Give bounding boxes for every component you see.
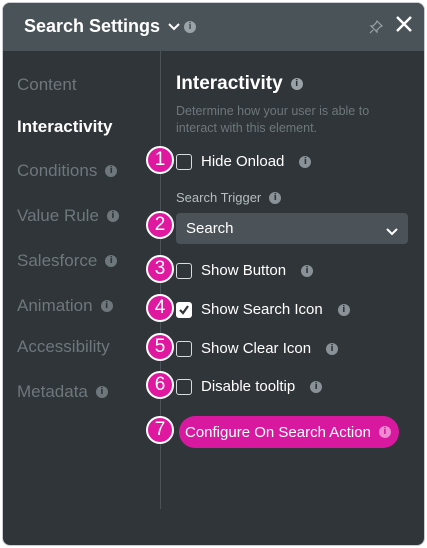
info-icon: i [310, 380, 323, 393]
panel-title: Search Settings [24, 16, 161, 36]
sidebar-item-label: Salesforce [17, 251, 98, 270]
show-button-checkbox[interactable] [176, 262, 192, 279]
info-icon: i [105, 165, 118, 177]
search-trigger-value: Search [186, 220, 234, 237]
sidebar-item-label: Value Rule [17, 206, 99, 225]
sidebar-item-salesforce[interactable]: Salesforce i [17, 251, 118, 271]
step-badge-3: 3 [146, 255, 174, 283]
sidebar-item-metadata[interactable]: Metadata i [17, 382, 108, 402]
show-button-option[interactable]: Show Button i [176, 262, 314, 279]
close-icon[interactable] [395, 15, 413, 33]
sidebar-item-value-rule[interactable]: Value Rule i [17, 206, 119, 226]
search-trigger-label: Search Trigger [176, 190, 262, 205]
show-search-icon-checkbox[interactable] [176, 301, 192, 318]
show-clear-icon-label: Show Clear Icon [201, 340, 312, 357]
info-icon: i [326, 342, 339, 355]
sidebar-item-label: Metadata [17, 382, 88, 401]
settings-content: Interactivity i Determine how your user … [176, 51, 424, 545]
info-icon: i [269, 191, 282, 204]
disable-tooltip-option[interactable]: Disable tooltip i [176, 378, 323, 395]
chevron-down-icon [168, 20, 180, 34]
step-badge-6: 6 [146, 371, 174, 399]
sidebar-item-label: Animation [17, 296, 93, 315]
sidebar-item-accessibility[interactable]: Accessibility [17, 337, 110, 357]
info-icon: i [95, 386, 108, 398]
show-button-label: Show Button [201, 262, 287, 279]
sidebar-item-label: Content [17, 75, 77, 94]
section-description: Determine how your user is able to inter… [176, 104, 370, 135]
chevron-down-icon [386, 223, 398, 240]
search-trigger-label-row: Search Trigger i [176, 190, 282, 205]
search-trigger-select[interactable]: Search [176, 213, 408, 244]
hide-onload-option[interactable]: Hide Onload i [176, 153, 312, 170]
step-badge-5: 5 [146, 333, 174, 361]
disable-tooltip-label: Disable tooltip [201, 378, 296, 395]
show-search-icon-label: Show Search Icon [201, 301, 323, 318]
disable-tooltip-checkbox[interactable] [176, 378, 192, 395]
section-title: Interactivity i [176, 73, 303, 95]
sidebar-item-animation[interactable]: Animation i [17, 296, 113, 316]
show-search-icon-option[interactable]: Show Search Icon i [176, 301, 350, 318]
sidebar-item-label: Interactivity [17, 117, 113, 136]
settings-sidebar: Content Interactivity Conditions i Value… [3, 51, 160, 545]
show-clear-icon-checkbox[interactable] [176, 340, 192, 357]
info-icon: i [378, 426, 391, 438]
configure-on-search-action-button[interactable]: Configure On Search Action i [179, 416, 399, 448]
checkmark-icon [179, 304, 189, 315]
panel-header: Search Settings i [3, 3, 424, 51]
step-badge-4: 4 [146, 294, 174, 322]
show-clear-icon-option[interactable]: Show Clear Icon i [176, 340, 339, 357]
configure-on-search-action-label: Configure On Search Action [185, 423, 371, 441]
sidebar-item-label: Accessibility [17, 337, 110, 356]
info-icon: i [100, 300, 113, 312]
info-icon: i [301, 264, 314, 277]
sidebar-item-conditions[interactable]: Conditions i [17, 161, 118, 181]
sidebar-item-label: Conditions [17, 161, 98, 180]
info-icon: i [290, 78, 303, 90]
hide-onload-checkbox[interactable] [176, 153, 192, 170]
info-icon: i [105, 255, 118, 267]
step-badge-2: 2 [146, 211, 174, 239]
info-icon: i [106, 210, 119, 222]
panel-title-dropdown[interactable]: Search Settings [24, 16, 180, 37]
step-badge-1: 1 [146, 146, 174, 174]
search-settings-panel: Search Settings i Content Interactivity … [2, 2, 425, 546]
info-icon: i [299, 155, 312, 168]
section-title-text: Interactivity [176, 73, 283, 94]
sidebar-item-content[interactable]: Content [17, 75, 77, 95]
sidebar-item-interactivity[interactable]: Interactivity [17, 117, 112, 137]
step-badge-7: 7 [146, 416, 174, 444]
info-icon: i [337, 303, 350, 316]
pin-icon[interactable] [368, 19, 384, 35]
info-icon[interactable]: i [184, 21, 196, 33]
hide-onload-label: Hide Onload [201, 153, 285, 170]
